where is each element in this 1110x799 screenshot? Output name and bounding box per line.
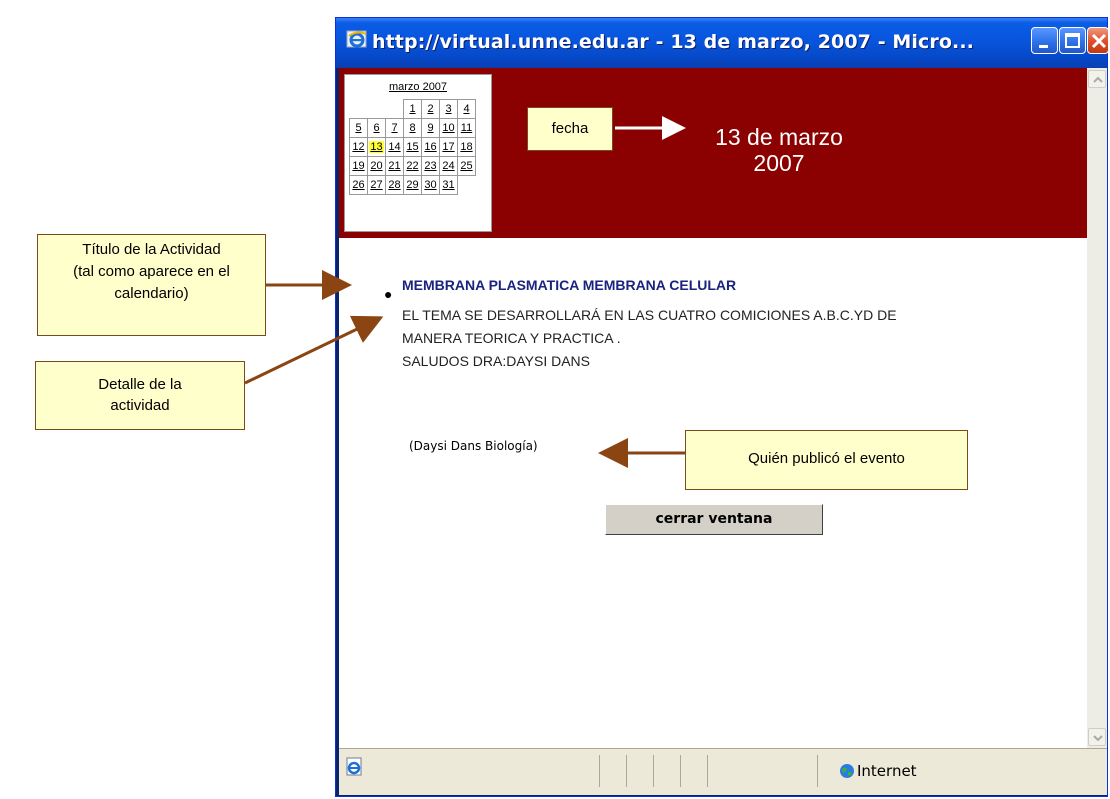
arrow-detalle (244, 315, 384, 385)
annotation-arrows (244, 116, 686, 468)
